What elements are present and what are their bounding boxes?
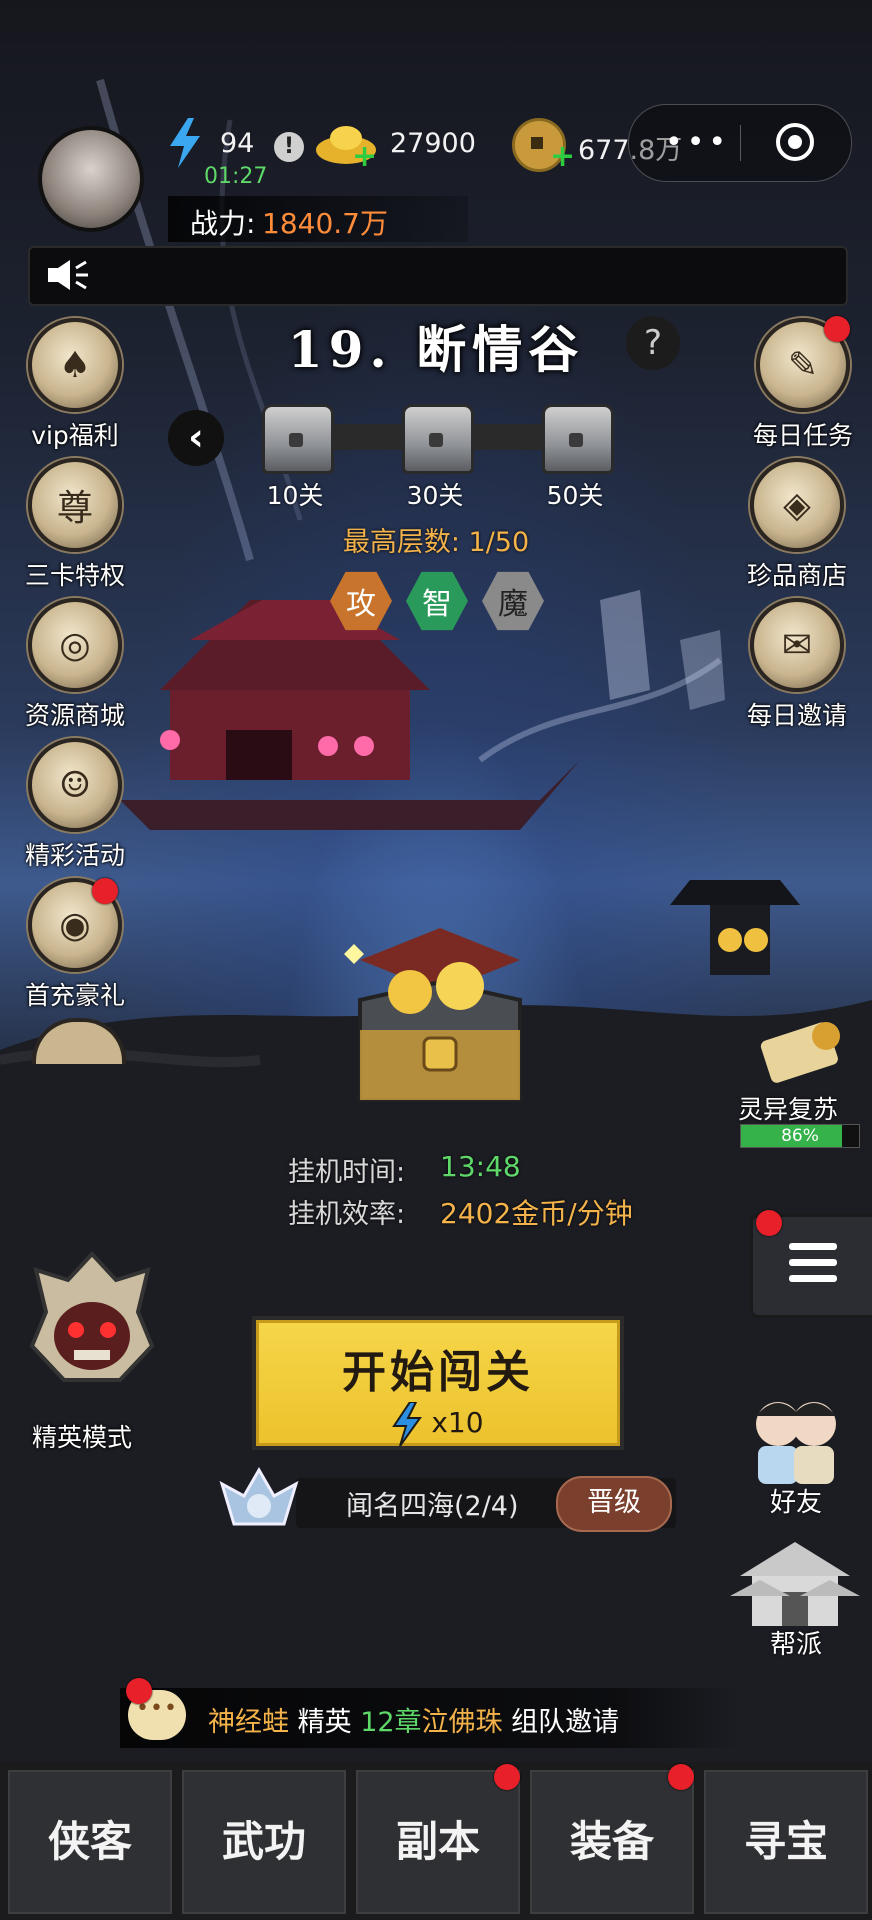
miniprogram-capsule: ••• — [628, 104, 852, 182]
notification-dot — [494, 1764, 520, 1790]
events-icon: ☺ — [28, 738, 122, 832]
daily-task-button[interactable]: ✎ 每日任务 — [728, 318, 872, 452]
notification-dot — [92, 878, 118, 904]
resource-shop-icon: ◎ — [28, 598, 122, 692]
lightning-icon — [170, 118, 200, 168]
resource-shop-label: 资源商城 — [24, 701, 125, 730]
friends-icon[interactable] — [740, 1390, 850, 1486]
friends-label: 好友 — [770, 1488, 823, 1518]
chest-10-icon[interactable] — [262, 404, 334, 474]
add-ingot-icon[interactable]: + — [352, 142, 377, 172]
chest-label: 30关 — [406, 481, 464, 510]
notification-dot — [824, 316, 850, 342]
chat-sender: 神经蛙 — [208, 1707, 289, 1738]
treasure-shop-button[interactable]: ◈ 珍品商店 — [722, 458, 872, 592]
guild-icon[interactable] — [730, 1536, 860, 1632]
help-icon[interactable]: ? — [626, 316, 680, 370]
revival-scroll-icon[interactable] — [756, 1016, 846, 1086]
speaker-icon — [48, 260, 88, 290]
close-icon[interactable] — [776, 123, 814, 161]
tab-heroes[interactable]: 侠客 — [6, 1768, 174, 1916]
stamina-timer: 01:27 — [204, 164, 268, 189]
power-label: 战力: — [190, 207, 256, 240]
tab-dungeon[interactable]: 副本 — [354, 1768, 522, 1916]
chat-action: 组队邀请 — [511, 1707, 620, 1738]
vip-icon: ♠ — [28, 318, 122, 412]
revival-progress-bar: 86% — [740, 1124, 860, 1148]
treasure-shop-label: 珍品商店 — [746, 561, 847, 590]
events-button[interactable]: ☺ 精彩活动 — [0, 738, 150, 872]
events-label: 精彩活动 — [24, 841, 125, 870]
stamina-value: 94 — [220, 128, 255, 159]
idle-rate-label: 挂机效率: — [288, 1199, 406, 1230]
avatar[interactable] — [38, 126, 144, 232]
chat-mode: 精英 — [297, 1707, 352, 1738]
first-recharge-button[interactable]: ◉ 首充豪礼 — [0, 878, 150, 1012]
tab-treasure-hunt[interactable]: 寻宝 — [702, 1768, 870, 1916]
chest-50-icon[interactable] — [542, 404, 614, 474]
start-challenge-label: 开始闯关 — [342, 1347, 534, 1398]
chest-label: 50关 — [546, 481, 604, 510]
ingot-value: 27900 — [390, 128, 476, 159]
start-cost: x10 — [431, 1406, 484, 1439]
revival-label: 灵异复苏 — [738, 1095, 839, 1124]
more-icon[interactable]: ••• — [665, 125, 730, 160]
promote-button[interactable]: 晋级 — [556, 1476, 672, 1532]
chat-boss: 泣佛珠 — [421, 1707, 503, 1738]
notification-dot — [126, 1678, 152, 1704]
vip-benefit-button[interactable]: ♠ vip福利 — [0, 318, 150, 452]
notification-dot — [756, 1210, 782, 1236]
demon-mask-icon — [29, 1251, 155, 1382]
card-privilege-button[interactable]: 尊 三卡特权 — [0, 458, 150, 592]
first-recharge-label: 首充豪礼 — [24, 981, 125, 1010]
idle-rate-value: 2402金币/分钟 — [440, 1197, 633, 1230]
tab-equipment[interactable]: 装备 — [528, 1768, 696, 1916]
notification-dot — [668, 1764, 694, 1790]
vip-benefit-label: vip福利 — [31, 421, 119, 450]
chest-30-icon[interactable] — [402, 404, 474, 474]
privilege-icon: 尊 — [28, 458, 122, 552]
rank-emblem-icon[interactable] — [214, 1464, 304, 1540]
daily-invite-icon: ✉ — [750, 598, 844, 692]
chat-chapter: 12章 — [360, 1707, 422, 1738]
game-scene: 94 01:27 ! + 27900 + 677.8万 ••• 战力: 1840… — [0, 0, 872, 1920]
revival-progress-text: 86% — [781, 1126, 819, 1146]
rank-text: 闻名四海(2/4) — [346, 1491, 519, 1522]
elite-mode-button[interactable] — [20, 1250, 164, 1410]
chat-message: 神经蛙 精英 12章泣佛珠 组队邀请 — [208, 1700, 619, 1739]
daily-invite-label: 每日邀请 — [746, 701, 847, 730]
power-value: 1840.7万 — [262, 207, 388, 240]
back-arrow-button[interactable]: ‹ — [168, 410, 224, 466]
elite-mode-label: 精英模式 — [32, 1423, 133, 1452]
treasure-shop-icon: ◈ — [750, 458, 844, 552]
chest-label: 10关 — [266, 481, 324, 510]
daily-invite-button[interactable]: ✉ 每日邀请 — [722, 598, 872, 732]
idle-time-value: 13:48 — [440, 1150, 521, 1183]
card-privilege-label: 三卡特权 — [24, 561, 125, 590]
resource-shop-button[interactable]: ◎ 资源商城 — [0, 598, 150, 732]
start-challenge-button[interactable]: 开始闯关 x10 — [252, 1316, 624, 1450]
add-coin-icon[interactable]: + — [550, 142, 575, 172]
idle-time-label: 挂机时间: — [288, 1157, 406, 1188]
announcement-bar[interactable] — [28, 246, 848, 306]
daily-task-label: 每日任务 — [752, 421, 853, 450]
info-icon[interactable]: ! — [274, 132, 304, 162]
list-icon — [789, 1243, 837, 1291]
guild-label: 帮派 — [770, 1630, 823, 1660]
idle-treasure-chest-icon[interactable] — [340, 920, 540, 1120]
tab-martial-arts[interactable]: 武功 — [180, 1768, 348, 1916]
lightning-icon — [392, 1401, 423, 1447]
